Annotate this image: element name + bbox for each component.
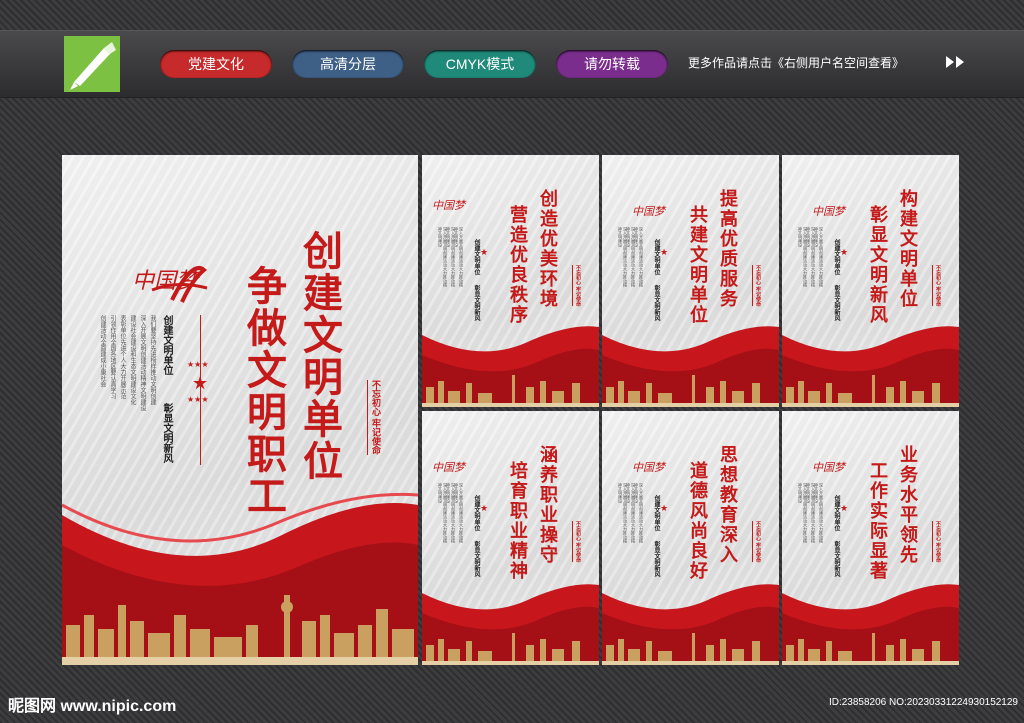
main-body-col: 深入开展文明创建活动精神文明建设 (139, 315, 145, 411)
poster-body-text: 深入开展文明创建活动大力推动精神文明建设 (814, 483, 824, 543)
poster-sub-line2: 彰显文明新风 (833, 541, 840, 577)
poster-stamp: 不忘初心 牢记使命 (572, 265, 582, 307)
poster-title-line2: 工作实际显著 (867, 461, 888, 581)
poster-title-line2: 共建文明单位 (687, 205, 708, 325)
brush-calligraphy-logo: 中国梦 (632, 205, 665, 218)
small-poster-6: 中国梦 业务水平领先 工作实际显著 创建文明单位 彰显文明新风 深入开展文明创建… (782, 411, 959, 665)
double-chevron-right-icon[interactable] (944, 54, 968, 73)
poster-stamp: 不忘初心 牢记使命 (932, 265, 942, 307)
poster-body-text: 深入开展文明创建活动大力推动精神文明建设 (454, 227, 464, 287)
star-icon: ★ (660, 503, 669, 513)
main-sub-line2: 彰显文明新风 (161, 403, 172, 463)
small-poster-4: 中国梦 涵养职业操守 培育职业精神 创建文明单位 彰显文明新风 深入开展文明创建… (422, 411, 599, 665)
main-body-col: 建设社会建设和生态文明建设文化 (129, 315, 135, 405)
tag-pill-no-repost[interactable]: 请勿转载 (556, 50, 668, 78)
small-poster-2: 中国梦 提高优质服务 共建文明单位 创建文明单位 彰显文明新风 深入开展文明创建… (602, 155, 779, 407)
brush-swash-icon (151, 266, 208, 303)
small-poster-3: 中国梦 构建文明单位 彰显文明新风 创建文明单位 彰显文明新风 深入开展文明创建… (782, 155, 959, 407)
main-body-col: 创建活动全面建成小康社会 (99, 315, 105, 387)
brush-calligraphy-logo: 中国梦 (432, 199, 465, 212)
tag-pill-party[interactable]: 党建文化 (160, 50, 272, 78)
small-poster-1: 中国梦 创造优美环境 营造优良秩序 创建文明单位 彰显文明新风 深入开展文明创建… (422, 155, 599, 407)
star-icon: ★★★ (187, 360, 209, 369)
poster-body-text: 深入开展文明创建活动大力推动精神文明建设 (634, 483, 644, 543)
tag-pill-cmyk[interactable]: CMYK模式 (424, 50, 536, 78)
main-sub-line1: 创建文明单位 (161, 315, 172, 375)
poster-title-line2: 营造优良秩序 (507, 205, 528, 325)
main-body-col: 我们要坚持先进榜样推动文明创建 (149, 315, 155, 405)
poster-title-line2: 道德风尚良好 (687, 461, 708, 581)
poster-stamp: 不忘初心 牢记使命 (752, 521, 762, 563)
poster-stamp: 不忘初心 牢记使命 (572, 521, 582, 563)
city-skyline (422, 633, 599, 665)
tag-pill-layers[interactable]: 高清分层 (292, 50, 404, 78)
more-works-link[interactable]: 更多作品请点击《右侧用户名空间查看》 (688, 54, 904, 71)
poster-title-line2: 彰显文明新风 (867, 205, 888, 325)
site-watermark: 昵图网 www.nipic.com (8, 698, 177, 715)
star-icon: ★ (840, 247, 849, 257)
city-skyline (602, 375, 779, 407)
star-icon: ★ (480, 503, 489, 513)
poster-body-text: 深入开展文明创建活动大力推动精神文明建设 (634, 227, 644, 287)
city-skyline (602, 633, 779, 665)
main-poster: 中国梦 创建文明单位 争做文明职工 创建文明单位 彰显文明新风 创建活动全面建成… (62, 155, 418, 665)
main-title-line1: 创建文明单位 (296, 230, 343, 482)
poster-title-line1: 提高优质服务 (717, 189, 738, 309)
poster-title-line1: 涵养职业操守 (537, 445, 558, 565)
image-id-text: ID:23858206 NO:20230331224930152129 (828, 697, 1018, 708)
pen-nib-icon[interactable] (64, 36, 120, 92)
poster-stamp: 不忘初心 牢记使命 (752, 265, 762, 307)
main-body-col: 表彰单位先进个人大力开展示范 (119, 315, 125, 399)
poster-sub-line2: 彰显文明新风 (653, 541, 660, 577)
brush-calligraphy-logo: 中国梦 (812, 461, 845, 474)
main-body-col: 引领作用全国各地区要认真学习 (109, 315, 115, 399)
star-icon: ★ (840, 503, 849, 513)
poster-stamp: 不忘初心 牢记使命 (932, 521, 942, 563)
city-skyline (422, 375, 599, 407)
small-poster-5: 中国梦 思想教育深入 道德风尚良好 创建文明单位 彰显文明新风 深入开展文明创建… (602, 411, 779, 665)
poster-body-text: 深入开展文明创建活动大力推动精神文明建设 (454, 483, 464, 543)
poster-title-line2: 培育职业精神 (507, 461, 528, 581)
poster-title-line1: 构建文明单位 (897, 189, 918, 309)
star-icon: ★ (480, 247, 489, 257)
star-icon: ★★★ (187, 395, 209, 404)
city-skyline (782, 633, 959, 665)
main-stamp-text: 不忘初心 牢记使命 (367, 380, 383, 455)
poster-title-line1: 业务水平领先 (897, 445, 918, 565)
brush-calligraphy-logo: 中国梦 (432, 461, 465, 474)
star-icon: ★ (660, 247, 669, 257)
poster-sub-line2: 彰显文明新风 (473, 541, 480, 577)
brush-calligraphy-logo: 中国梦 (812, 205, 845, 218)
city-skyline (62, 595, 418, 665)
star-icon: ★ (192, 373, 209, 393)
poster-title-line1: 创造优美环境 (537, 189, 558, 309)
poster-title-line1: 思想教育深入 (717, 445, 738, 565)
poster-body-text: 深入开展文明创建活动大力推动精神文明建设 (814, 227, 824, 287)
city-skyline (782, 375, 959, 407)
brush-calligraphy-logo: 中国梦 (632, 461, 665, 474)
